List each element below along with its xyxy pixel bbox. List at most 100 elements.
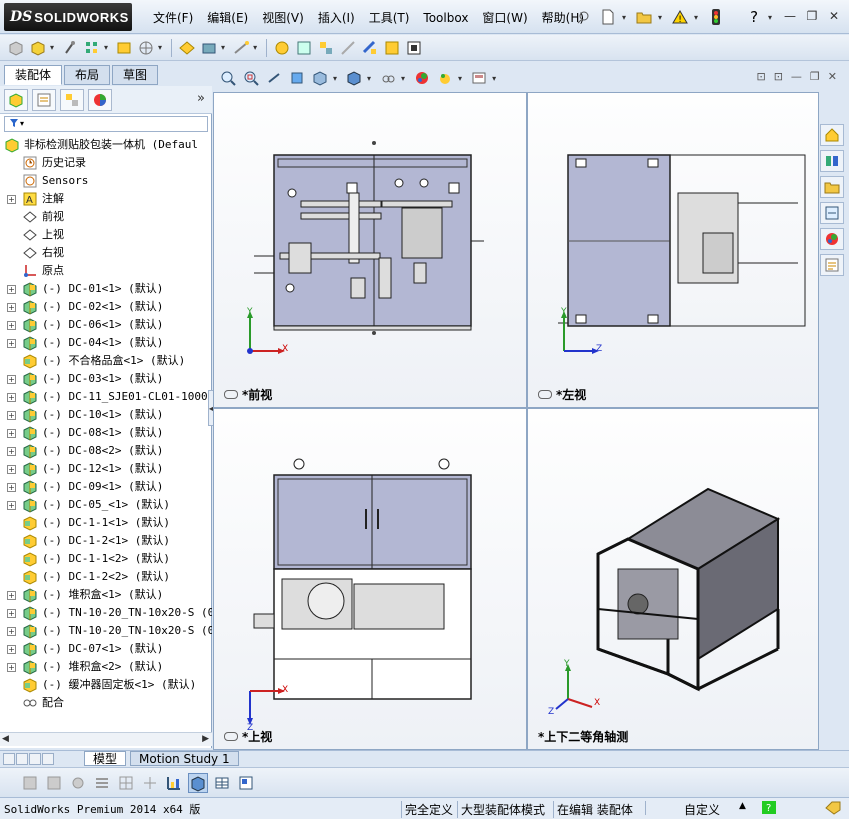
sync-views-icon[interactable]: ⊡: [774, 70, 783, 83]
tree-item[interactable]: + (-) DC-12<1> (默认): [0, 460, 212, 478]
new-dropdown-icon[interactable]: ▾: [622, 13, 626, 22]
table-grid-icon[interactable]: [212, 773, 232, 793]
insert-dropdown-icon[interactable]: ▾: [50, 43, 54, 52]
expand-icon[interactable]: +: [7, 194, 16, 204]
viewport-left[interactable]: Z Y *左视: [527, 92, 819, 408]
open-folder-icon[interactable]: [634, 7, 654, 27]
tree-item[interactable]: (-) 缓冲器固定板<1> (默认): [0, 676, 212, 694]
expand-icon[interactable]: +: [7, 662, 16, 672]
featuremanager-tab-icon[interactable]: [4, 88, 28, 111]
tree-root-assembly[interactable]: 非标检测贴胶包装一体机 (Defaul: [0, 136, 212, 154]
rebuild-dropdown-icon[interactable]: ▾: [694, 13, 698, 22]
list-view-icon[interactable]: [92, 773, 112, 793]
tree-horizontal-scrollbar[interactable]: ◀ ▶: [0, 732, 212, 746]
tree-item[interactable]: + (-) 堆积盒<1> (默认): [0, 586, 212, 604]
hide-show-items-icon[interactable]: [378, 68, 398, 88]
reference-geometry-icon[interactable]: [231, 38, 251, 58]
bottom-tool-2-icon[interactable]: [44, 773, 64, 793]
minimize-icon[interactable]: —: [781, 8, 799, 24]
expand-icon[interactable]: +: [7, 644, 16, 654]
view-orientation-icon[interactable]: [310, 68, 330, 88]
instant3d-icon[interactable]: [404, 38, 424, 58]
tree-item[interactable]: 右视: [0, 244, 212, 262]
explode-line-sketch-icon[interactable]: [338, 38, 358, 58]
tab-model[interactable]: 模型: [84, 751, 127, 766]
help-dropdown-icon[interactable]: ▾: [768, 13, 772, 22]
move-component-icon[interactable]: [136, 38, 156, 58]
mate-icon[interactable]: [60, 38, 80, 58]
tree-item[interactable]: 原点: [0, 262, 212, 280]
custom-properties-icon[interactable]: [820, 254, 844, 276]
insert-component-icon[interactable]: [6, 38, 26, 58]
scroll-right-icon[interactable]: ▶: [202, 734, 209, 744]
chart-icon[interactable]: [164, 773, 184, 793]
expand-icon[interactable]: +: [7, 590, 16, 600]
restore-icon[interactable]: ❐: [803, 8, 821, 24]
move-dropdown-icon[interactable]: ▾: [158, 43, 162, 52]
tree-item[interactable]: (-) DC-1-2<2> (默认): [0, 568, 212, 586]
tree-filter[interactable]: ▾: [4, 116, 208, 132]
help-icon[interactable]: ?: [744, 7, 764, 27]
tree-item[interactable]: (-) DC-1-1<1> (默认): [0, 514, 212, 532]
tab-assembly[interactable]: 装配体: [4, 65, 63, 85]
pin-icon[interactable]: [574, 7, 594, 27]
expand-icon[interactable]: +: [7, 482, 16, 492]
show-hidden-icon[interactable]: [177, 38, 197, 58]
configurationmanager-tab-icon[interactable]: [60, 88, 84, 111]
clearance-verification-icon[interactable]: [382, 38, 402, 58]
tab-sketch[interactable]: 草图: [112, 65, 159, 85]
viewport-top[interactable]: X Z *上视: [213, 408, 527, 750]
orientation-dropdown-icon[interactable]: ▾: [333, 74, 337, 83]
viewport-close-icon[interactable]: ✕: [828, 70, 837, 83]
menu-file[interactable]: 文件(F): [146, 9, 200, 27]
zoom-to-area-icon[interactable]: [241, 68, 261, 88]
tree-item[interactable]: 前视: [0, 208, 212, 226]
tree-item[interactable]: + (-) DC-05_<1> (默认): [0, 496, 212, 514]
expand-icon[interactable]: +: [7, 428, 16, 438]
menu-view[interactable]: 视图(V): [255, 9, 311, 27]
tree-item[interactable]: + A 注解: [0, 190, 212, 208]
pattern-dropdown-icon[interactable]: ▾: [104, 43, 108, 52]
tab-last-icon[interactable]: [42, 752, 54, 765]
expand-icon[interactable]: +: [7, 284, 16, 294]
new-motion-study-icon[interactable]: [272, 38, 292, 58]
tree-item[interactable]: Sensors: [0, 172, 212, 190]
scroll-left-icon[interactable]: ◀: [2, 734, 9, 744]
design-library-icon[interactable]: [820, 150, 844, 172]
displaymanager-tab-icon[interactable]: [88, 88, 112, 111]
expand-icon[interactable]: +: [7, 608, 16, 618]
open-dropdown-icon[interactable]: ▾: [658, 13, 662, 22]
tree-item[interactable]: (-) DC-1-2<1> (默认): [0, 532, 212, 550]
bottom-tool-3-icon[interactable]: [68, 773, 88, 793]
new-document-icon[interactable]: [598, 7, 618, 27]
solidworks-logo[interactable]: DS SOLIDWORKS: [4, 3, 132, 31]
hide-show-dropdown-icon[interactable]: ▾: [401, 74, 405, 83]
tree-item[interactable]: + (-) DC-09<1> (默认): [0, 478, 212, 496]
scene-dropdown-icon[interactable]: ▾: [458, 74, 462, 83]
reference-dropdown-icon[interactable]: ▾: [253, 43, 257, 52]
viewport-isometric[interactable]: X Y Z *上下二等角轴测: [527, 408, 819, 750]
zoom-to-fit-icon[interactable]: [218, 68, 238, 88]
menu-window[interactable]: 窗口(W): [475, 9, 534, 27]
quick-tips-icon[interactable]: ?: [759, 801, 776, 817]
tree-item[interactable]: + (-) DC-06<1> (默认): [0, 316, 212, 334]
tree-item[interactable]: (-) 不合格品盒<1> (默认): [0, 352, 212, 370]
propertymanager-tab-icon[interactable]: [32, 88, 56, 111]
menu-insert[interactable]: 插入(I): [311, 9, 362, 27]
tree-item[interactable]: + (-) DC-02<1> (默认): [0, 298, 212, 316]
expand-icon[interactable]: +: [7, 464, 16, 474]
interference-detection-icon[interactable]: [360, 38, 380, 58]
solidworks-resources-icon[interactable]: [820, 124, 844, 146]
tree-item[interactable]: + (-) 堆积盒<2> (默认): [0, 658, 212, 676]
tree-item[interactable]: + (-) DC-01<1> (默认): [0, 280, 212, 298]
viewport-front[interactable]: X Y *前视: [213, 92, 527, 408]
bottom-tool-1-icon[interactable]: [20, 773, 40, 793]
expand-icon[interactable]: +: [7, 410, 16, 420]
tree-item[interactable]: + (-) TN-10-20_TN-10x20-S (0)<: [0, 604, 212, 622]
smart-fasteners-icon[interactable]: [114, 38, 134, 58]
rebuild-warning-icon[interactable]: !: [670, 7, 690, 27]
tab-motion-study[interactable]: Motion Study 1: [130, 751, 239, 766]
expand-icon[interactable]: +: [7, 320, 16, 330]
new-part-icon[interactable]: [28, 38, 48, 58]
view-settings-icon[interactable]: [469, 68, 489, 88]
